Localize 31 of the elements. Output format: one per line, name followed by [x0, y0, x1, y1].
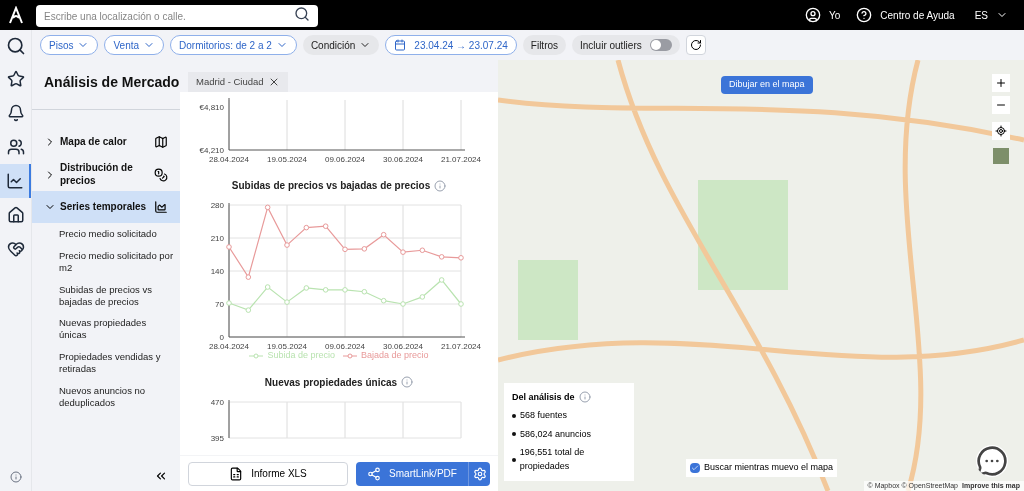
- chart-title: Subidas de precios vs bajadas de precios: [231, 179, 431, 194]
- outliers-label: Incluir outliers: [580, 38, 642, 53]
- axis-label: €4,210: [199, 146, 224, 156]
- axis-label: 21.07.2024: [441, 155, 481, 165]
- stats-item: 586,024 anuncios: [520, 427, 592, 441]
- axis-label: 21.07.2024: [441, 342, 481, 352]
- axis-label: 70: [215, 300, 224, 310]
- axis-label: 09.06.2024: [325, 155, 365, 165]
- sidebar-title: Análisis de Mercado: [44, 73, 180, 92]
- chart-title: Nuevas propiedades únicas: [264, 375, 398, 390]
- section-label: Distribución de precios: [60, 162, 134, 187]
- stats-item: 196,551 total de propiedades: [519, 446, 586, 473]
- checkbox-label: Buscar mientras muevo el mapa: [704, 461, 834, 475]
- stats-item: 568 fuentes: [520, 409, 568, 422]
- axis-label: 470: [210, 397, 224, 407]
- axis-label: 09.06.2024: [325, 342, 365, 352]
- section-label: Mapa de calor: [60, 135, 128, 149]
- axis-label: 395: [210, 433, 224, 442]
- axis-label: 280: [210, 201, 224, 211]
- axis-label: 19.05.2024: [267, 155, 307, 165]
- axis-label: 30.06.2024: [383, 155, 423, 165]
- section-label: Series temporales: [60, 200, 148, 214]
- axis-label: 19.05.2024: [267, 342, 307, 352]
- axis-label: 28.04.2024: [209, 155, 249, 165]
- axis-label: 210: [210, 234, 224, 244]
- axis-label: 0: [219, 333, 224, 343]
- axis-label: €4,810: [199, 102, 224, 112]
- axis-label: 140: [210, 267, 224, 277]
- axis-label: 28.04.2024: [209, 342, 249, 352]
- axis-label: 30.06.2024: [383, 342, 423, 352]
- stats-title: Del análisis de: [512, 390, 575, 404]
